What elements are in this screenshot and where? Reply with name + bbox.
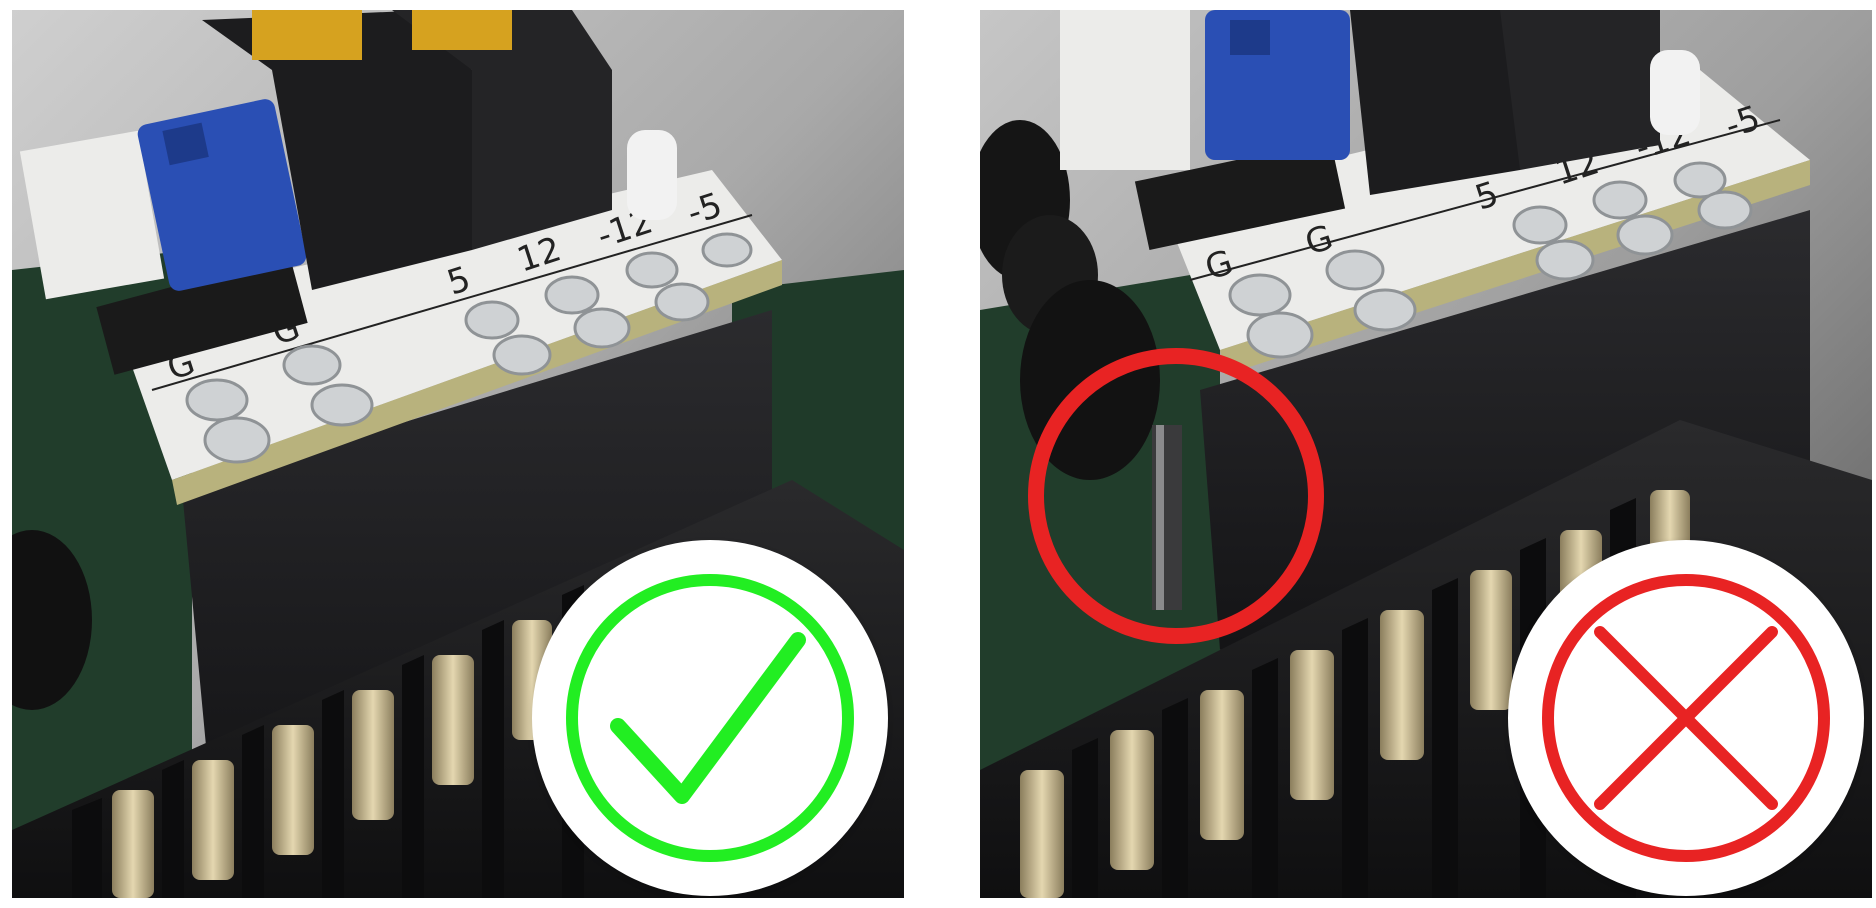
check-icon [566, 574, 854, 862]
status-badge-incorrect [1508, 540, 1864, 896]
photo-panel-correct: G G 5 12 -12 -5 [12, 10, 904, 898]
white-connector [1060, 10, 1190, 170]
relay-top-yellow [252, 10, 362, 60]
standoff [1650, 50, 1700, 135]
blue-jumper [1205, 10, 1350, 160]
relay-1 [1350, 10, 1520, 195]
status-badge-correct [532, 540, 888, 896]
cross-icon [1542, 574, 1830, 862]
relay-2 [1500, 10, 1660, 170]
photo-panel-incorrect: G G 5 12 -12 -5 [980, 10, 1872, 898]
standoff [627, 130, 677, 220]
